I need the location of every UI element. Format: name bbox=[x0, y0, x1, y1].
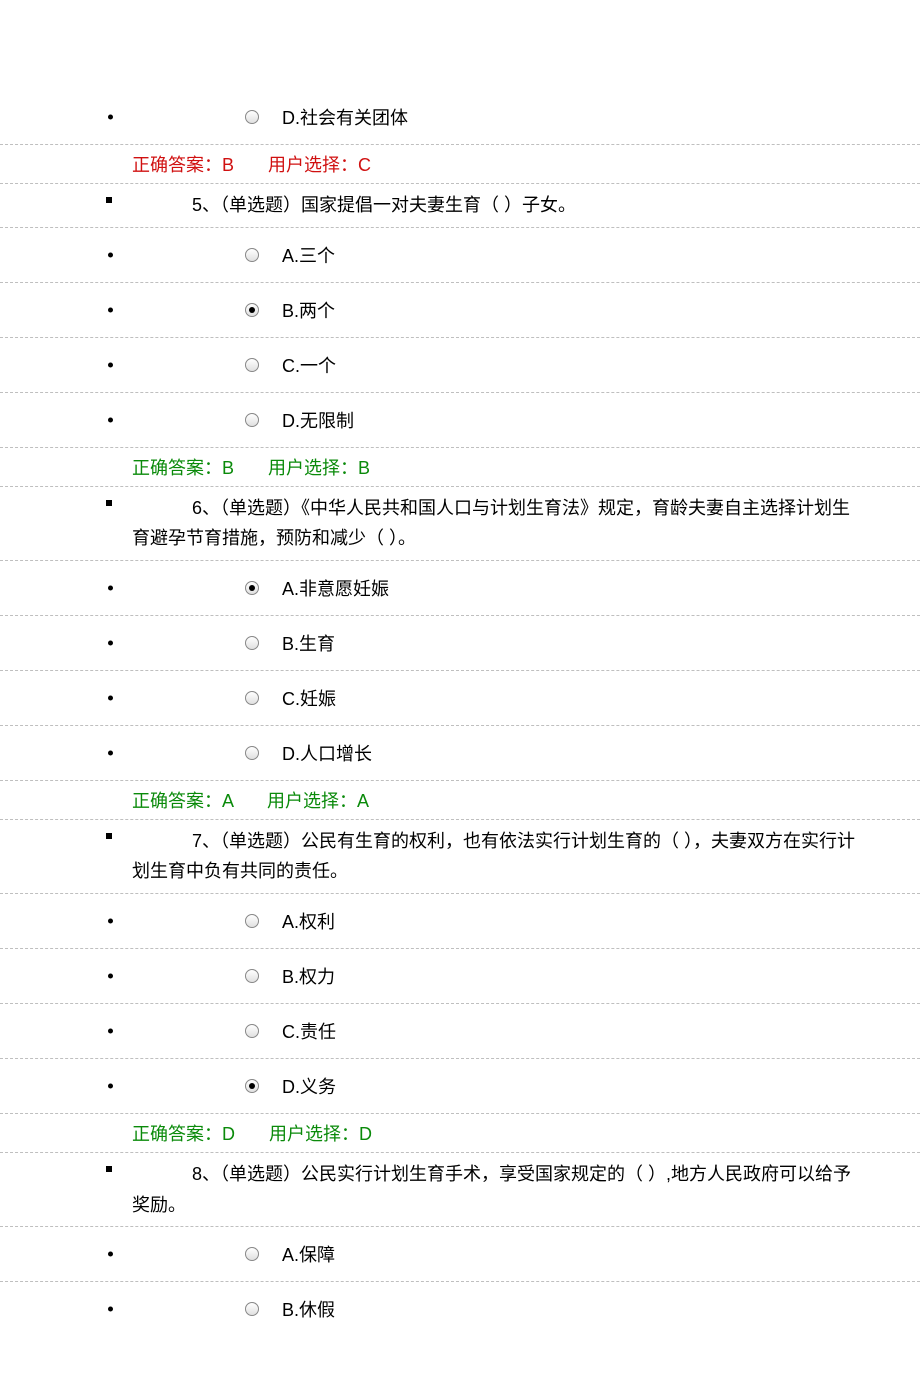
q5-feedback: 正确答案：B 用户选择：B bbox=[0, 448, 920, 487]
radio-icon[interactable] bbox=[245, 1024, 259, 1038]
radio-icon[interactable] bbox=[245, 1247, 259, 1261]
correct-answer: 正确答案：A bbox=[132, 791, 233, 811]
quiz-page: D.社会有关团体 正确答案：B 用户选择：C 5、（单选题）国家提倡一对夫妻生育… bbox=[0, 0, 920, 1396]
list-bullet-icon bbox=[108, 115, 113, 120]
q8-option-b[interactable]: B.休假 bbox=[0, 1282, 920, 1336]
question-type: （单选题） bbox=[220, 1164, 301, 1184]
radio-icon[interactable] bbox=[245, 1079, 259, 1093]
option-label: D.义务 bbox=[282, 1077, 336, 1097]
list-bullet-icon bbox=[108, 252, 113, 257]
radio-icon[interactable] bbox=[245, 110, 259, 124]
list-square-icon bbox=[106, 833, 112, 839]
list-bullet-icon bbox=[108, 640, 113, 645]
option-label: B.权力 bbox=[282, 967, 335, 987]
list-bullet-icon bbox=[108, 585, 113, 590]
question-number: 8、 bbox=[192, 1164, 220, 1184]
option-label: B.休假 bbox=[282, 1300, 335, 1320]
q6-question: 6、（单选题）《中华人民共和国人口与计划生育法》规定，育龄夫妻自主选择计划生育避… bbox=[0, 487, 920, 561]
radio-icon[interactable] bbox=[245, 581, 259, 595]
q7-option-c[interactable]: C.责任 bbox=[0, 1004, 920, 1059]
question-type: （单选题） bbox=[220, 831, 301, 851]
list-bullet-icon bbox=[108, 973, 113, 978]
q8-option-a[interactable]: A.保障 bbox=[0, 1227, 920, 1282]
q5-question: 5、（单选题）国家提倡一对夫妻生育（ ）子女。 bbox=[0, 184, 920, 228]
list-square-icon bbox=[106, 197, 112, 203]
question-type: （单选题） bbox=[220, 498, 301, 518]
option-label: A.三个 bbox=[282, 246, 335, 266]
q6-option-d[interactable]: D.人口增长 bbox=[0, 726, 920, 781]
radio-icon[interactable] bbox=[245, 969, 259, 983]
radio-icon[interactable] bbox=[245, 358, 259, 372]
radio-icon[interactable] bbox=[245, 691, 259, 705]
question-number: 7、 bbox=[192, 831, 220, 851]
q8-question: 8、（单选题）公民实行计划生育手术，享受国家规定的（ ）,地方人民政府可以给予奖… bbox=[0, 1153, 920, 1227]
option-label: B.生育 bbox=[282, 634, 335, 654]
option-label: D.无限制 bbox=[282, 411, 354, 431]
question-number: 6、 bbox=[192, 498, 220, 518]
option-label: B.两个 bbox=[282, 301, 335, 321]
user-choice: 用户选择：A bbox=[267, 791, 369, 811]
option-label: C.责任 bbox=[282, 1022, 336, 1042]
q5-option-c[interactable]: C.一个 bbox=[0, 338, 920, 393]
list-bullet-icon bbox=[108, 695, 113, 700]
q4-option-d[interactable]: D.社会有关团体 bbox=[0, 90, 920, 145]
correct-answer: 正确答案：B bbox=[132, 458, 234, 478]
q6-option-b[interactable]: B.生育 bbox=[0, 616, 920, 671]
question-type: （单选题） bbox=[220, 195, 301, 215]
option-label: A.保障 bbox=[282, 1245, 335, 1265]
q7-option-b[interactable]: B.权力 bbox=[0, 949, 920, 1004]
q7-option-a[interactable]: A.权利 bbox=[0, 894, 920, 949]
q7-option-d[interactable]: D.义务 bbox=[0, 1059, 920, 1114]
q6-option-a[interactable]: A.非意愿妊娠 bbox=[0, 561, 920, 616]
option-label: D.社会有关团体 bbox=[282, 108, 408, 128]
radio-icon[interactable] bbox=[245, 413, 259, 427]
q5-option-b[interactable]: B.两个 bbox=[0, 283, 920, 338]
q5-option-a[interactable]: A.三个 bbox=[0, 228, 920, 283]
list-bullet-icon bbox=[108, 362, 113, 367]
option-label: C.一个 bbox=[282, 356, 336, 376]
list-bullet-icon bbox=[108, 1307, 113, 1312]
correct-answer: 正确答案：D bbox=[132, 1124, 235, 1144]
list-square-icon bbox=[106, 1166, 112, 1172]
list-bullet-icon bbox=[108, 1028, 113, 1033]
list-bullet-icon bbox=[108, 417, 113, 422]
list-bullet-icon bbox=[108, 750, 113, 755]
list-square-icon bbox=[106, 500, 112, 506]
user-choice: 用户选择：B bbox=[268, 458, 370, 478]
list-bullet-icon bbox=[108, 1252, 113, 1257]
option-label: C.妊娠 bbox=[282, 689, 336, 709]
option-label: D.人口增长 bbox=[282, 744, 372, 764]
list-bullet-icon bbox=[108, 307, 113, 312]
radio-icon[interactable] bbox=[245, 248, 259, 262]
q6-option-c[interactable]: C.妊娠 bbox=[0, 671, 920, 726]
radio-icon[interactable] bbox=[245, 746, 259, 760]
q7-question: 7、（单选题）公民有生育的权利，也有依法实行计划生育的（ ），夫妻双方在实行计划… bbox=[0, 820, 920, 894]
option-label: A.非意愿妊娠 bbox=[282, 579, 389, 599]
correct-answer: 正确答案：B bbox=[132, 155, 234, 175]
question-number: 5、 bbox=[192, 195, 220, 215]
list-bullet-icon bbox=[108, 1083, 113, 1088]
q5-option-d[interactable]: D.无限制 bbox=[0, 393, 920, 448]
radio-icon[interactable] bbox=[245, 303, 259, 317]
option-label: A.权利 bbox=[282, 912, 335, 932]
radio-icon[interactable] bbox=[245, 1302, 259, 1316]
q6-feedback: 正确答案：A 用户选择：A bbox=[0, 781, 920, 820]
list-bullet-icon bbox=[108, 918, 113, 923]
radio-icon[interactable] bbox=[245, 914, 259, 928]
question-text: 国家提倡一对夫妻生育（ ）子女。 bbox=[301, 195, 576, 215]
radio-icon[interactable] bbox=[245, 636, 259, 650]
user-choice: 用户选择：C bbox=[268, 155, 371, 175]
user-choice: 用户选择：D bbox=[269, 1124, 372, 1144]
q7-feedback: 正确答案：D 用户选择：D bbox=[0, 1114, 920, 1153]
q4-feedback: 正确答案：B 用户选择：C bbox=[0, 145, 920, 184]
